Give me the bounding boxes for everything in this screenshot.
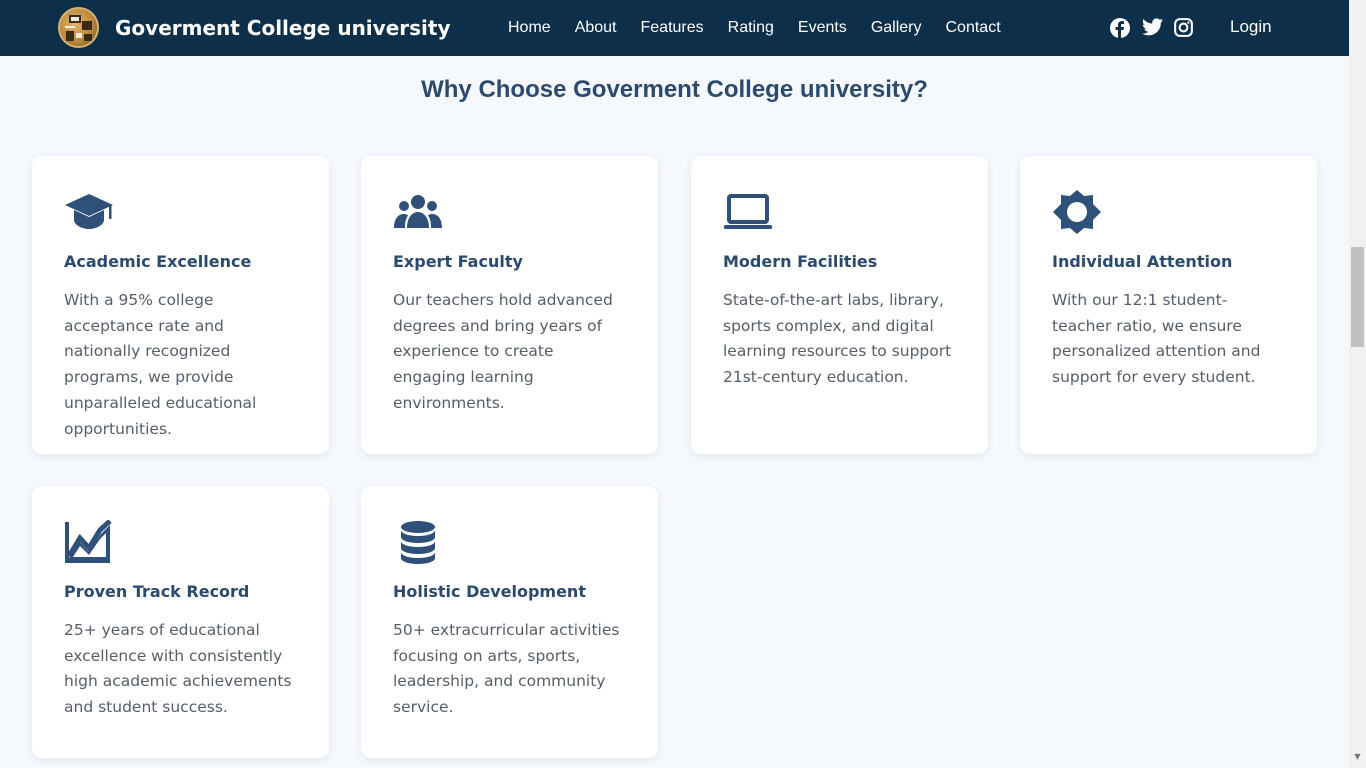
facebook-icon[interactable]	[1110, 18, 1130, 38]
scrollbar-thumb[interactable]	[1351, 247, 1364, 347]
laptop-icon	[723, 190, 773, 234]
brand[interactable]: Goverment College university	[58, 7, 450, 48]
nav-rating[interactable]: Rating	[728, 19, 774, 37]
section-title: Why Choose Goverment College university?	[421, 76, 928, 103]
feature-card-academic-excellence: Academic Excellence With a 95% college a…	[32, 156, 329, 454]
scroll-down-arrow[interactable]: ▼	[1352, 752, 1363, 762]
card-title: Modern Facilities	[723, 252, 878, 271]
nav-about[interactable]: About	[575, 19, 617, 37]
card-text: Our teachers hold advanced degrees and b…	[393, 291, 613, 412]
scrollbar[interactable]	[1349, 0, 1366, 768]
twitter-icon[interactable]	[1142, 18, 1163, 38]
card-title: Expert Faculty	[393, 252, 523, 271]
nav-events[interactable]: Events	[798, 19, 847, 37]
nav-features[interactable]: Features	[641, 19, 704, 37]
instagram-icon[interactable]	[1174, 18, 1194, 38]
card-title: Holistic Development	[393, 582, 586, 601]
card-title: Individual Attention	[1052, 252, 1233, 271]
feature-card-proven-track-record: Proven Track Record 25+ years of educati…	[32, 486, 329, 758]
nav-gallery[interactable]: Gallery	[871, 19, 922, 37]
navbar: Goverment College university Home About …	[0, 0, 1349, 56]
feature-card-holistic-development: Holistic Development 50+ extracurricular…	[361, 486, 658, 758]
database-icon	[393, 520, 443, 564]
card-title: Proven Track Record	[64, 582, 250, 601]
nav-contact[interactable]: Contact	[946, 19, 1001, 37]
graduation-cap-icon	[64, 190, 114, 234]
card-text: 25+ years of educational excellence with…	[64, 621, 292, 717]
users-icon	[393, 190, 443, 234]
nav-home[interactable]: Home	[508, 19, 551, 37]
card-title: Academic Excellence	[64, 252, 252, 271]
feature-card-modern-facilities: Modern Facilities State-of-the-art labs,…	[691, 156, 988, 454]
card-text: With our 12:1 student-teacher ratio, we …	[1052, 291, 1261, 387]
social-links	[1110, 18, 1206, 38]
chart-line-icon	[64, 519, 114, 564]
brand-name: Goverment College university	[115, 15, 451, 40]
badge-icon	[1052, 190, 1102, 234]
card-text: 50+ extracurricular activities focusing …	[393, 621, 620, 717]
login-button[interactable]: Login	[1230, 17, 1272, 37]
card-text: State-of-the-art labs, library, sports c…	[723, 291, 952, 387]
card-text: With a 95% college acceptance rate and n…	[64, 291, 257, 438]
feature-card-expert-faculty: Expert Faculty Our teachers hold advance…	[361, 156, 658, 454]
nav-links: Home About Features Rating Events Galler…	[508, 0, 1001, 56]
logo	[58, 7, 99, 48]
feature-card-individual-attention: Individual Attention With our 12:1 stude…	[1020, 156, 1317, 454]
